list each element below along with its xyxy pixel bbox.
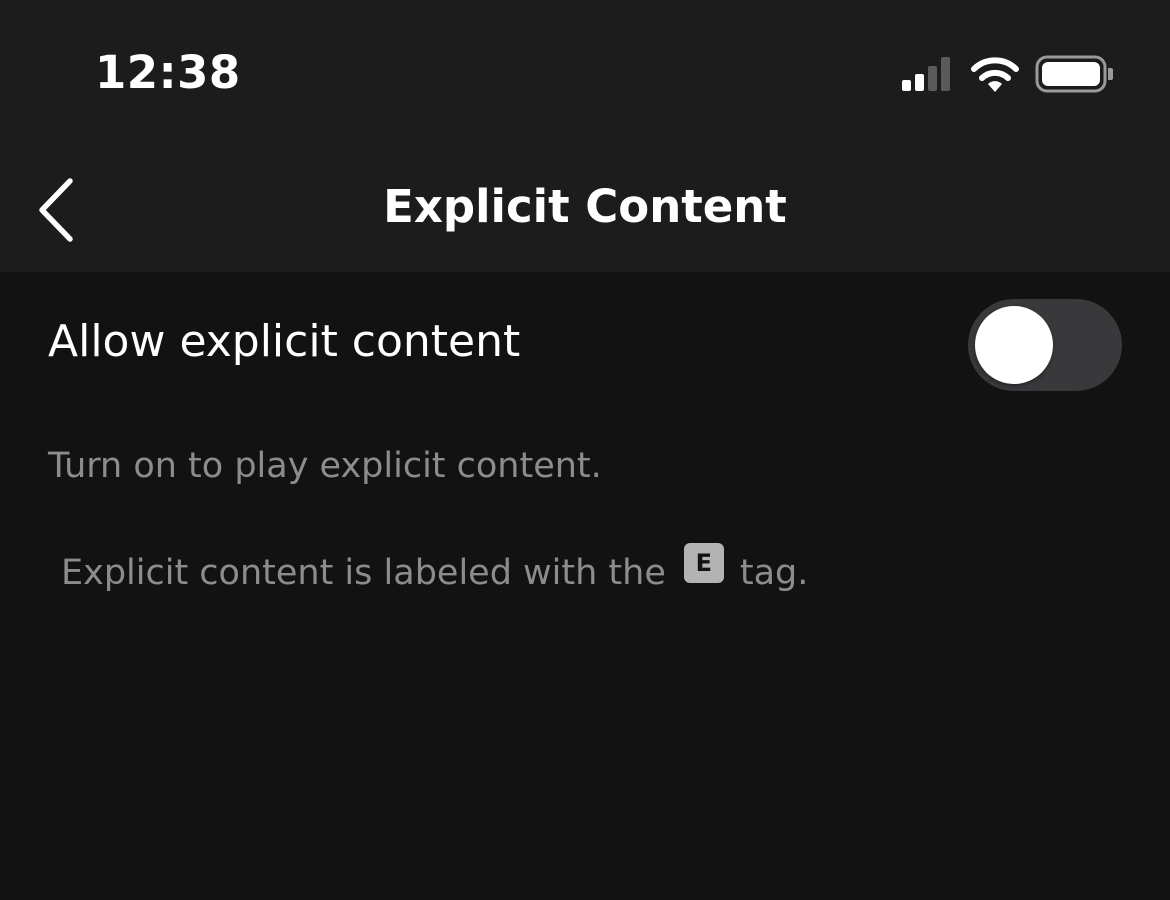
description-line-2-prefix: Explicit content is labeled with the [61,553,666,593]
page-title: Explicit Content [383,180,787,233]
battery-icon [1035,55,1113,93]
toggle-knob [975,306,1053,384]
description-line-2-suffix: tag. [739,553,809,593]
wifi-icon [971,57,1019,92]
status-time: 12:38 [95,46,241,99]
status-icons [900,54,1120,94]
description-line-2: Explicit content is labeled with the Etag… [61,543,809,593]
setting-label: Allow explicit content [48,316,521,367]
cellular-signal-icon [902,57,950,91]
setting-row-allow-explicit: Allow explicit content [0,296,1170,396]
explicit-tag-icon: E [683,543,724,583]
explicit-content-toggle[interactable] [968,299,1122,391]
top-bar: 12:38 Explicit Content [0,0,1170,272]
description-line-1: Turn on to play explicit content. [48,446,602,486]
